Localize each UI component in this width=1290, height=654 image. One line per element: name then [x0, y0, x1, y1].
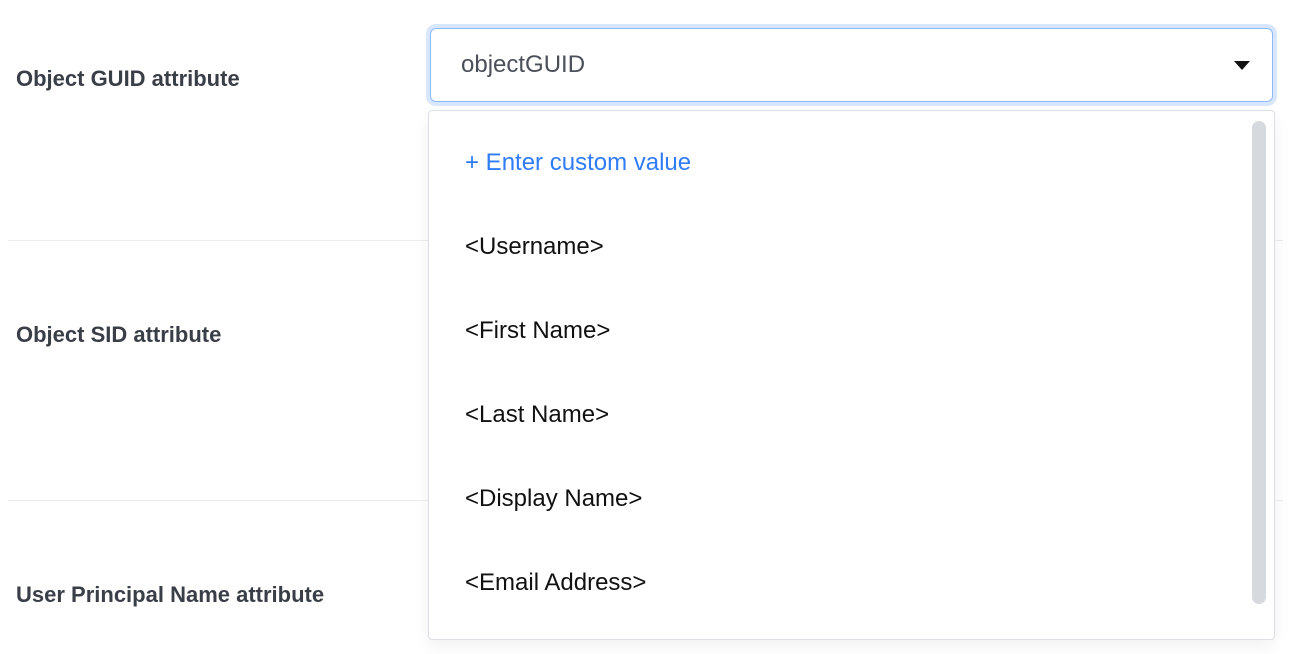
dropdown-option-username[interactable]: <Username>: [465, 205, 1266, 289]
dropdown-option-first-name[interactable]: <First Name>: [465, 289, 1266, 373]
dropdown-scrollbar[interactable]: [1252, 121, 1266, 604]
dropdown-object-guid: + Enter custom value <Username> <First N…: [428, 110, 1275, 640]
row-object-guid: Object GUID attribute objectGUID + Enter…: [0, 28, 1273, 102]
attribute-mapping-form: Object GUID attribute objectGUID + Enter…: [0, 0, 1290, 654]
row-object-sid: Object SID attribute: [0, 300, 430, 370]
dropdown-option-display-name[interactable]: <Display Name>: [465, 457, 1266, 541]
label-object-sid: Object SID attribute: [0, 322, 430, 348]
chevron-down-icon: [1234, 61, 1250, 70]
dropdown-option-email-address[interactable]: <Email Address>: [465, 541, 1266, 621]
select-object-guid-value: objectGUID: [461, 51, 1234, 79]
dropdown-option-custom-value[interactable]: + Enter custom value: [465, 121, 1266, 205]
label-object-guid: Object GUID attribute: [0, 28, 430, 92]
row-user-principal-name: User Principal Name attribute: [0, 560, 430, 630]
dropdown-option-last-name[interactable]: <Last Name>: [465, 373, 1266, 457]
select-object-guid[interactable]: objectGUID: [430, 28, 1273, 102]
label-user-principal-name: User Principal Name attribute: [0, 582, 430, 608]
